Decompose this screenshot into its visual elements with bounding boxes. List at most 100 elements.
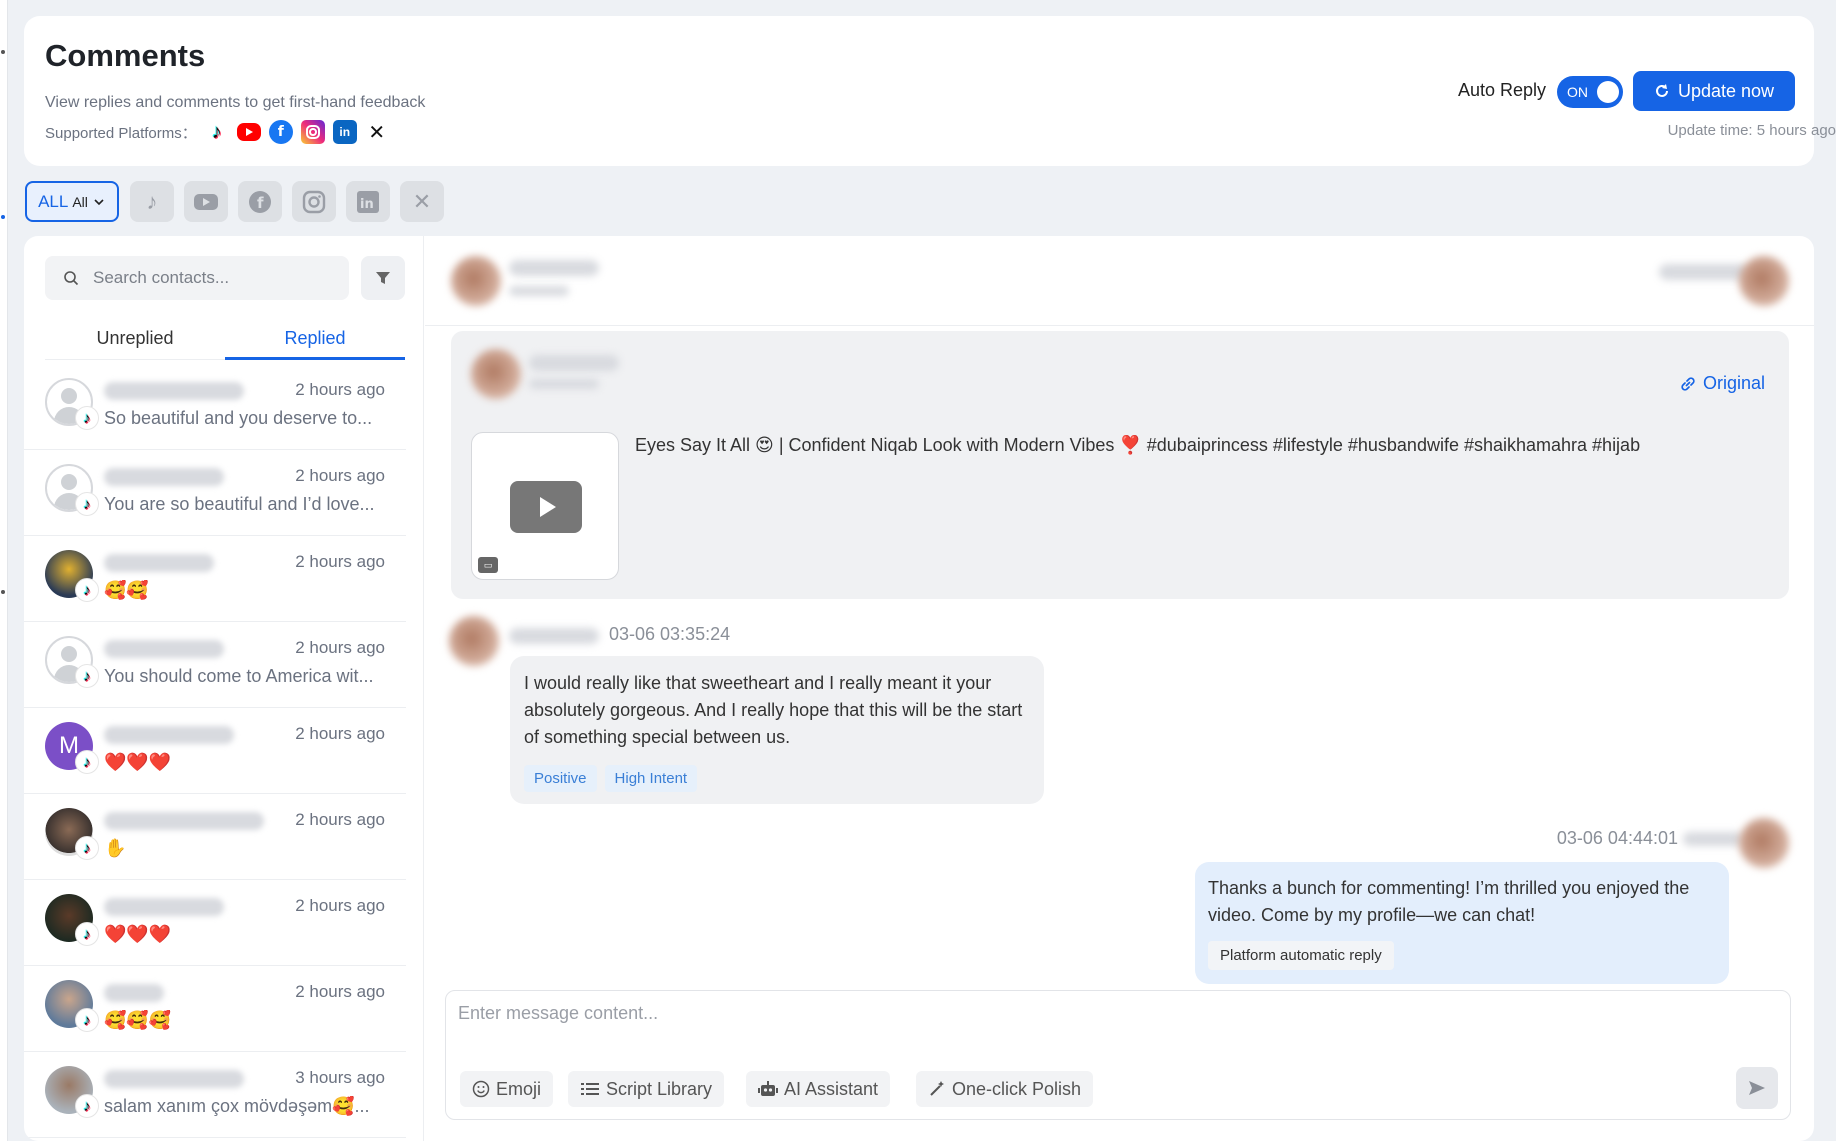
linkedin-icon: in xyxy=(357,190,379,213)
list-icon xyxy=(581,1083,599,1095)
supported-platforms-label: Supported Platforms： xyxy=(45,124,197,142)
list-item[interactable]: ♪ 2 hours ago So beautiful and you deser… xyxy=(24,364,406,450)
send-button[interactable] xyxy=(1736,1067,1778,1109)
contact-name-blurred xyxy=(104,554,214,572)
replier-avatar-blurred xyxy=(1739,818,1789,868)
tiktok-badge-icon: ♪ xyxy=(75,578,99,602)
list-item[interactable]: ♪ 3 hours ago salam xanım çox mövdəşəm🥰.… xyxy=(24,1052,406,1138)
contact-message: So beautiful and you deserve to... xyxy=(104,408,373,428)
tiktok-badge-icon: ♪ xyxy=(75,750,99,774)
account-name-blurred xyxy=(1659,264,1749,280)
tiktok-badge-icon: ♪ xyxy=(75,1094,99,1118)
post-author-avatar-blurred xyxy=(471,349,521,399)
tab-unreplied[interactable]: Unreplied xyxy=(45,316,225,359)
reply-tabs: Unreplied Replied xyxy=(45,316,405,360)
page-title: Comments xyxy=(45,38,206,73)
post-author-meta-blurred xyxy=(529,379,599,389)
one-click-polish-button[interactable]: One-click Polish xyxy=(916,1071,1094,1107)
contact-message: ❤️❤️❤️ xyxy=(104,752,172,772)
contact-message: 🥰🥰🥰 xyxy=(104,1010,172,1030)
left-edge-strip xyxy=(0,0,8,1141)
contact-name-blurred xyxy=(104,640,224,658)
reply-bubble: Thanks a bunch for commenting! I’m thril… xyxy=(1195,862,1729,984)
commenter-name-blurred xyxy=(509,628,599,644)
original-link[interactable]: Original xyxy=(1679,373,1765,394)
tab-replied[interactable]: Replied xyxy=(225,316,405,360)
list-item[interactable]: ♪ 2 hours ago 🥰🥰🥰 xyxy=(24,966,406,1052)
post-title: Eyes Say It All 😍 | Confident Niqab Look… xyxy=(635,435,1641,455)
contact-name-blurred xyxy=(104,382,244,400)
youtube-icon xyxy=(194,193,218,210)
comment-bubble: I would really like that sweetheart and … xyxy=(510,656,1044,804)
svg-text:f: f xyxy=(257,194,264,212)
play-icon xyxy=(510,481,582,533)
filter-linkedin-button[interactable]: in xyxy=(346,181,390,222)
filter-facebook-button[interactable]: f xyxy=(238,181,282,222)
tiktok-badge-icon: ♪ xyxy=(75,492,99,516)
update-now-label: Update now xyxy=(1677,80,1775,101)
filter-tiktok-button[interactable]: ♪ xyxy=(130,181,174,222)
account-avatar-blurred xyxy=(1739,256,1789,306)
comment-tags: Positive High Intent xyxy=(524,765,1030,792)
contact-time: 2 hours ago xyxy=(295,380,385,399)
smile-icon xyxy=(472,1080,490,1098)
contact-name-blurred xyxy=(509,260,599,276)
tiktok-badge-icon: ♪ xyxy=(75,406,99,430)
svg-text:in: in xyxy=(360,197,374,212)
platform-filter-all[interactable]: ALL All xyxy=(25,181,119,222)
facebook-icon: f xyxy=(268,120,293,144)
emoji-button[interactable]: Emoji xyxy=(460,1071,554,1107)
filter-x-button[interactable]: ✕ xyxy=(400,181,444,222)
filter-youtube-button[interactable] xyxy=(184,181,228,222)
tiktok-badge-icon: ♪ xyxy=(75,836,99,860)
contact-time: 3 hours ago xyxy=(295,1068,385,1087)
list-item[interactable]: ♪ 2 hours ago ❤️❤️❤️ xyxy=(24,880,406,966)
auto-reply-toggle[interactable]: ON xyxy=(1557,76,1623,108)
video-type-icon: ▭ xyxy=(478,557,498,573)
ai-assistant-button[interactable]: AI Assistant xyxy=(746,1071,891,1107)
tiktok-badge-icon: ♪ xyxy=(75,1008,99,1032)
list-item[interactable]: M ♪ 2 hours ago ❤️❤️❤️ xyxy=(24,708,406,794)
search-input[interactable] xyxy=(93,268,333,288)
ai-assistant-label: AI Assistant xyxy=(784,1078,879,1099)
contact-message: ✋ xyxy=(104,838,127,858)
link-icon xyxy=(1681,376,1695,391)
message-input[interactable] xyxy=(458,1003,1758,1024)
contacts-filter-button[interactable] xyxy=(361,256,405,300)
script-library-button[interactable]: Script Library xyxy=(568,1071,725,1107)
list-item[interactable]: ♪ 2 hours ago ✋ xyxy=(24,794,406,880)
contact-message: ❤️❤️❤️ xyxy=(104,924,172,944)
facebook-icon: f xyxy=(249,190,271,213)
contact-time: 2 hours ago xyxy=(295,896,385,915)
video-thumbnail[interactable]: ▭ xyxy=(471,432,619,580)
contact-name-blurred xyxy=(104,812,264,830)
comment-time: 03-06 03:35:24 xyxy=(609,624,731,644)
search-box[interactable] xyxy=(45,256,349,300)
contact-time: 2 hours ago xyxy=(295,810,385,829)
update-now-button[interactable]: Update now xyxy=(1633,71,1795,111)
script-library-label: Script Library xyxy=(606,1078,713,1099)
contact-name-blurred xyxy=(104,468,224,486)
contact-time: 2 hours ago xyxy=(295,638,385,657)
search-icon xyxy=(64,271,79,286)
instagram-icon xyxy=(302,190,326,213)
tag-positive: Positive xyxy=(524,765,597,792)
list-item[interactable]: ♪ 2 hours ago You are so beautiful and I… xyxy=(24,450,406,536)
post-author-name-blurred xyxy=(529,355,619,371)
contact-time: 2 hours ago xyxy=(295,724,385,743)
filter-instagram-button[interactable] xyxy=(292,181,336,222)
page-subtitle: View replies and comments to get first-h… xyxy=(45,94,426,111)
auto-reply-tag: Platform automatic reply xyxy=(1208,941,1394,970)
one-click-polish-label: One-click Polish xyxy=(952,1078,1082,1099)
contact-name-blurred xyxy=(104,984,164,1002)
linkedin-icon: in xyxy=(332,120,357,144)
toggle-knob xyxy=(1597,81,1619,103)
conversation-panel: Original ▭ Eyes Say It All 😍 | Confident… xyxy=(425,236,1814,1141)
contact-time: 2 hours ago xyxy=(295,982,385,1001)
contact-message: salam xanım çox mövdəşəm🥰... xyxy=(104,1096,370,1116)
message-composer: Emoji Script Library AI Assistant One-cl… xyxy=(445,990,1791,1120)
list-item[interactable]: ♪ 2 hours ago You should come to America… xyxy=(24,622,406,708)
original-link-label: Original xyxy=(1702,373,1765,393)
list-item[interactable]: ♪ 2 hours ago 🥰🥰 xyxy=(24,536,406,622)
instagram-icon xyxy=(300,120,325,144)
